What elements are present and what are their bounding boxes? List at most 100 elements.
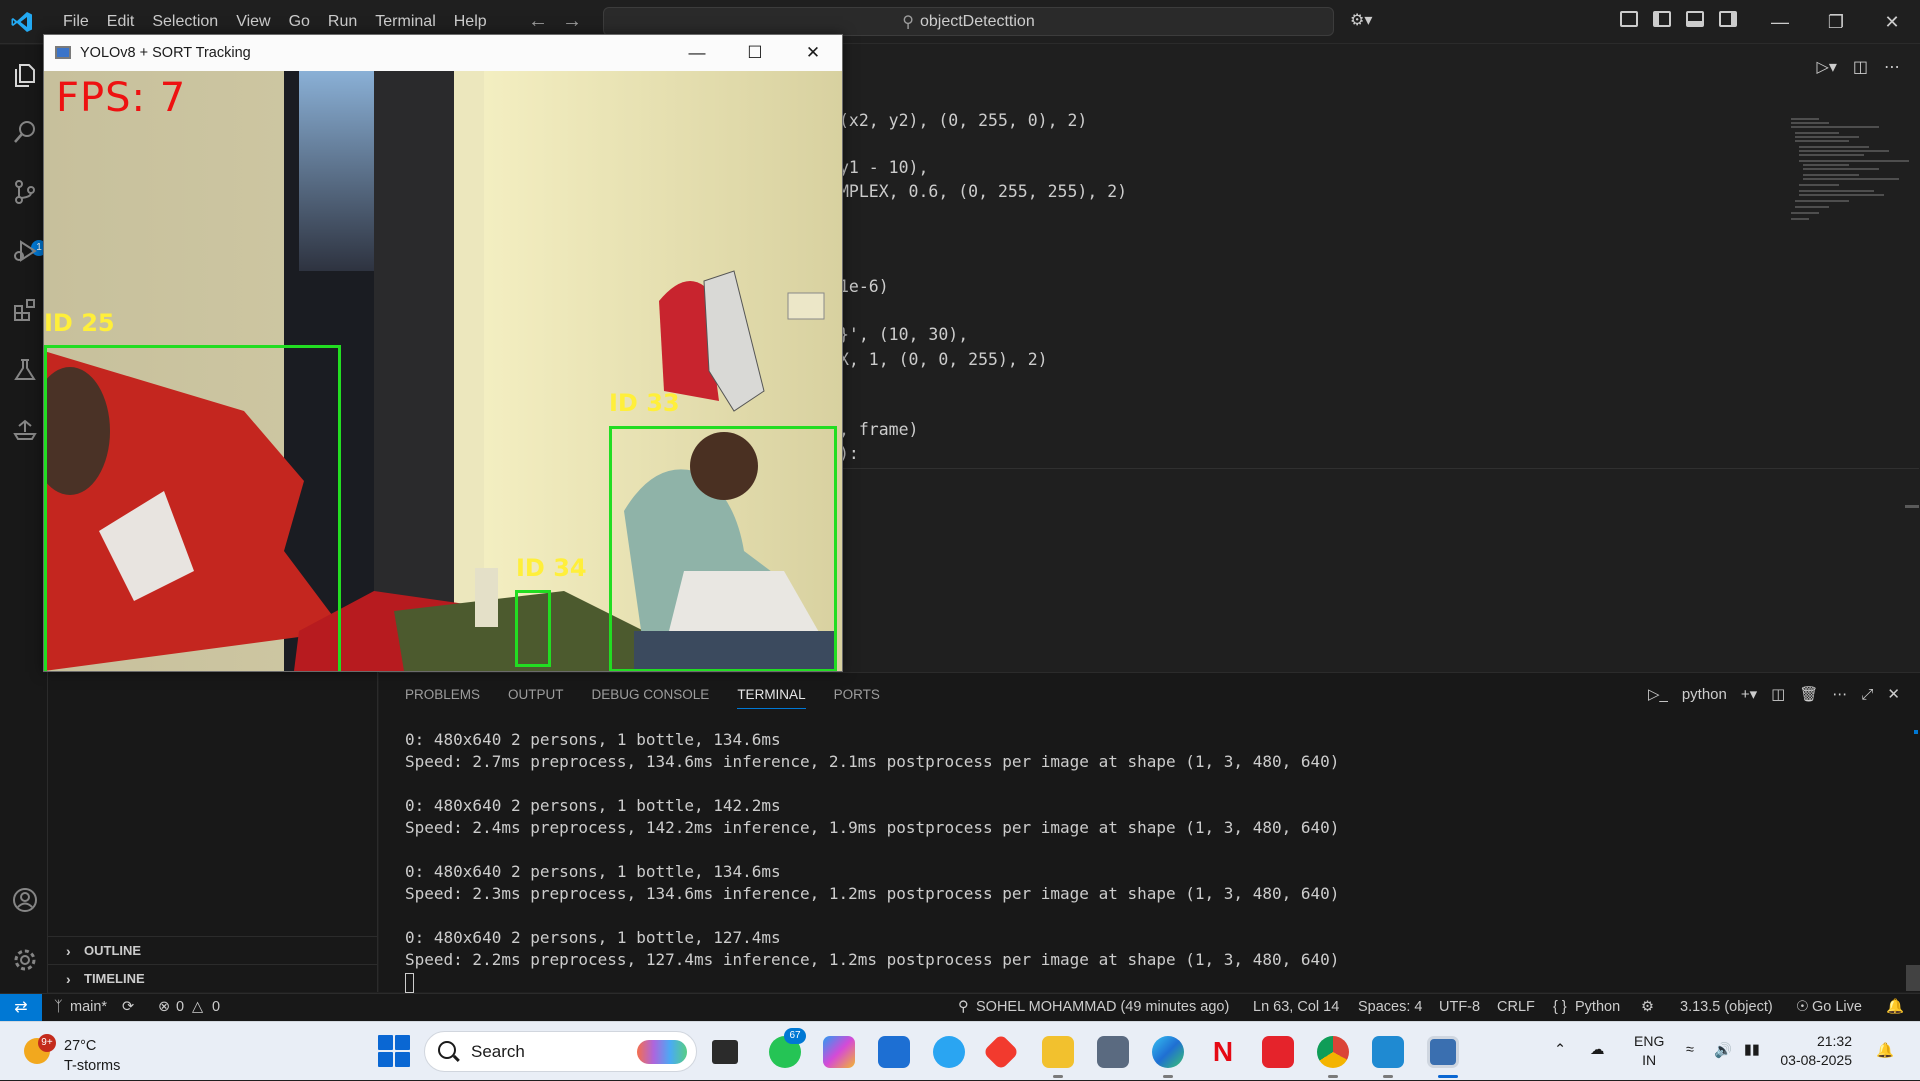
kill-terminal-icon[interactable]: 🗑: [1799, 685, 1818, 703]
warning-count[interactable]: 0: [212, 994, 220, 1021]
customize-layout-icon[interactable]: [1620, 11, 1638, 27]
sync-icon[interactable]: ⟳: [122, 994, 134, 1021]
toggle-secondary-sidebar-icon[interactable]: [1719, 11, 1737, 27]
close-icon[interactable]: ✕: [784, 35, 842, 71]
accounts-icon[interactable]: [12, 887, 38, 913]
python-window-icon[interactable]: [1427, 1036, 1459, 1068]
weather-badge: 9+: [38, 1034, 56, 1052]
run-debug-icon[interactable]: [12, 238, 38, 264]
terminal-line: Speed: 2.3ms preprocess, 134.6ms inferen…: [405, 884, 1340, 903]
toggle-panel-icon[interactable]: [1686, 11, 1704, 27]
edge-browser-icon[interactable]: [1152, 1036, 1184, 1068]
wps-office-icon[interactable]: [1262, 1036, 1294, 1068]
testing-icon[interactable]: [12, 357, 38, 383]
minimap[interactable]: [1789, 115, 1919, 255]
terminal-line: Speed: 2.7ms preprocess, 134.6ms inferen…: [405, 752, 1340, 771]
minimize-icon[interactable]: —: [1752, 0, 1808, 44]
wifi-icon[interactable]: ≈: [1686, 1042, 1694, 1058]
tab-output[interactable]: OUTPUT: [508, 687, 564, 709]
microsoft-store-icon[interactable]: [878, 1036, 910, 1068]
python-interpreter[interactable]: 3.13.5 (object): [1680, 994, 1773, 1021]
outline-section[interactable]: › OUTLINE: [48, 936, 378, 964]
weather-condition: T-storms: [64, 1058, 121, 1074]
clock[interactable]: 21:32 03-08-2025: [1780, 1032, 1852, 1070]
vscode-taskbar-icon[interactable]: [1372, 1036, 1404, 1068]
tab-ports[interactable]: PORTS: [834, 687, 880, 709]
go-live-button[interactable]: Go Live: [1812, 994, 1862, 1021]
copilot-icon[interactable]: ⚙▾: [1350, 10, 1390, 34]
indentation[interactable]: Spaces: 4: [1358, 994, 1423, 1021]
activity-bar: 1: [0, 45, 48, 993]
terminal-shell-label[interactable]: python: [1682, 686, 1727, 703]
chrome-icon[interactable]: [1317, 1036, 1349, 1068]
region-code: IN: [1642, 1052, 1657, 1068]
language-indicator[interactable]: ENG IN: [1634, 1032, 1664, 1070]
taskbar-search[interactable]: Search: [424, 1031, 697, 1072]
remote-explorer-icon[interactable]: [12, 417, 38, 443]
minimize-icon[interactable]: —: [668, 35, 726, 71]
settings-icon[interactable]: [12, 947, 38, 973]
git-blame[interactable]: SOHEL MOHAMMAD (49 minutes ago): [976, 994, 1229, 1021]
extensions-icon[interactable]: [12, 297, 38, 323]
task-view-icon[interactable]: [712, 1040, 738, 1064]
editor-scrollbar[interactable]: [1905, 505, 1919, 508]
cursor-position[interactable]: Ln 63, Col 14: [1253, 994, 1339, 1021]
chevron-up-icon[interactable]: ⌃: [1554, 1042, 1566, 1058]
android-studio-icon[interactable]: [933, 1036, 965, 1068]
notifications-bell-icon[interactable]: 🔔: [1886, 994, 1904, 1021]
split-terminal-icon[interactable]: ◫: [1771, 685, 1785, 703]
terminal-line: Speed: 2.4ms preprocess, 142.2ms inferen…: [405, 818, 1340, 837]
netflix-icon[interactable]: N: [1207, 1036, 1239, 1068]
more-actions-icon[interactable]: ⋯: [1832, 685, 1847, 703]
timeline-section[interactable]: › TIMELINE: [48, 964, 378, 992]
current-line-highlight: [839, 468, 1919, 469]
branch-status[interactable]: main*: [70, 994, 107, 1021]
windows-start-icon[interactable]: [378, 1035, 410, 1067]
close-panel-icon[interactable]: ✕: [1887, 685, 1900, 703]
split-editor-icon[interactable]: ◫: [1853, 57, 1868, 77]
warning-icon[interactable]: △: [192, 994, 203, 1021]
timeline-label: TIMELINE: [84, 971, 145, 986]
battery-icon[interactable]: ▮▮: [1744, 1042, 1760, 1058]
terminal-scrollbar[interactable]: [1906, 965, 1920, 991]
command-center-label: objectDetecttion: [919, 12, 1035, 30]
opencv-window[interactable]: YOLOv8 + SORT Tracking — ☐ ✕ FPS: 7 ID 2…: [43, 34, 843, 672]
onedrive-cloud-icon[interactable]: ☁: [1590, 1042, 1605, 1058]
run-python-file-icon[interactable]: ▷▾: [1817, 57, 1837, 77]
search-icon[interactable]: [12, 119, 38, 145]
tab-terminal[interactable]: TERMINAL: [737, 687, 806, 709]
tab-debug-console[interactable]: DEBUG CONSOLE: [592, 687, 710, 709]
copilot-app-icon[interactable]: [823, 1036, 855, 1068]
copilot-status-icon[interactable]: ⚙: [1641, 994, 1654, 1021]
tab-problems[interactable]: PROBLEMS: [405, 687, 480, 709]
line-ending[interactable]: CRLF: [1497, 994, 1535, 1021]
new-terminal-icon[interactable]: +▾: [1741, 685, 1757, 703]
error-count[interactable]: 0: [176, 994, 184, 1021]
cv-window-titlebar[interactable]: YOLOv8 + SORT Tracking — ☐ ✕: [44, 35, 842, 71]
forward-arrow-icon[interactable]: →: [562, 10, 582, 33]
error-icon[interactable]: ⊗: [158, 994, 170, 1021]
weather-widget[interactable]: 9+ 27°C T-storms: [24, 1030, 154, 1074]
notifications-icon[interactable]: 🔔: [1876, 1042, 1894, 1059]
language-mode[interactable]: Python: [1575, 994, 1620, 1021]
file-explorer-icon[interactable]: [1042, 1036, 1074, 1068]
camera-icon[interactable]: [1097, 1036, 1129, 1068]
panel-tabs: PROBLEMS OUTPUT DEBUG CONSOLE TERMINAL P…: [405, 687, 880, 709]
restore-icon[interactable]: ❐: [1808, 0, 1864, 44]
maximize-panel-icon[interactable]: ⤢: [1861, 686, 1873, 703]
remote-indicator-icon[interactable]: ⇄: [0, 994, 42, 1021]
back-arrow-icon[interactable]: ←: [528, 10, 548, 33]
camera-frame: FPS: 7 ID 25 ID 34 ID 33: [44, 71, 842, 671]
close-icon[interactable]: ✕: [1864, 0, 1920, 44]
explorer-icon[interactable]: [12, 62, 38, 88]
terminal-output[interactable]: 0: 480x640 2 persons, 1 bottle, 134.6ms …: [405, 729, 1339, 993]
git-app-icon[interactable]: [982, 1033, 1020, 1071]
toggle-primary-sidebar-icon[interactable]: [1653, 11, 1671, 27]
encoding[interactable]: UTF-8: [1439, 994, 1480, 1021]
source-control-icon[interactable]: [12, 179, 38, 205]
terminal-shell-icon: ▷_: [1647, 686, 1668, 703]
more-actions-icon[interactable]: ⋯: [1884, 57, 1900, 77]
maximize-icon[interactable]: ☐: [726, 35, 784, 71]
volume-icon[interactable]: 🔊: [1714, 1042, 1732, 1059]
command-center[interactable]: ⚲ objectDetecttion: [603, 7, 1334, 36]
